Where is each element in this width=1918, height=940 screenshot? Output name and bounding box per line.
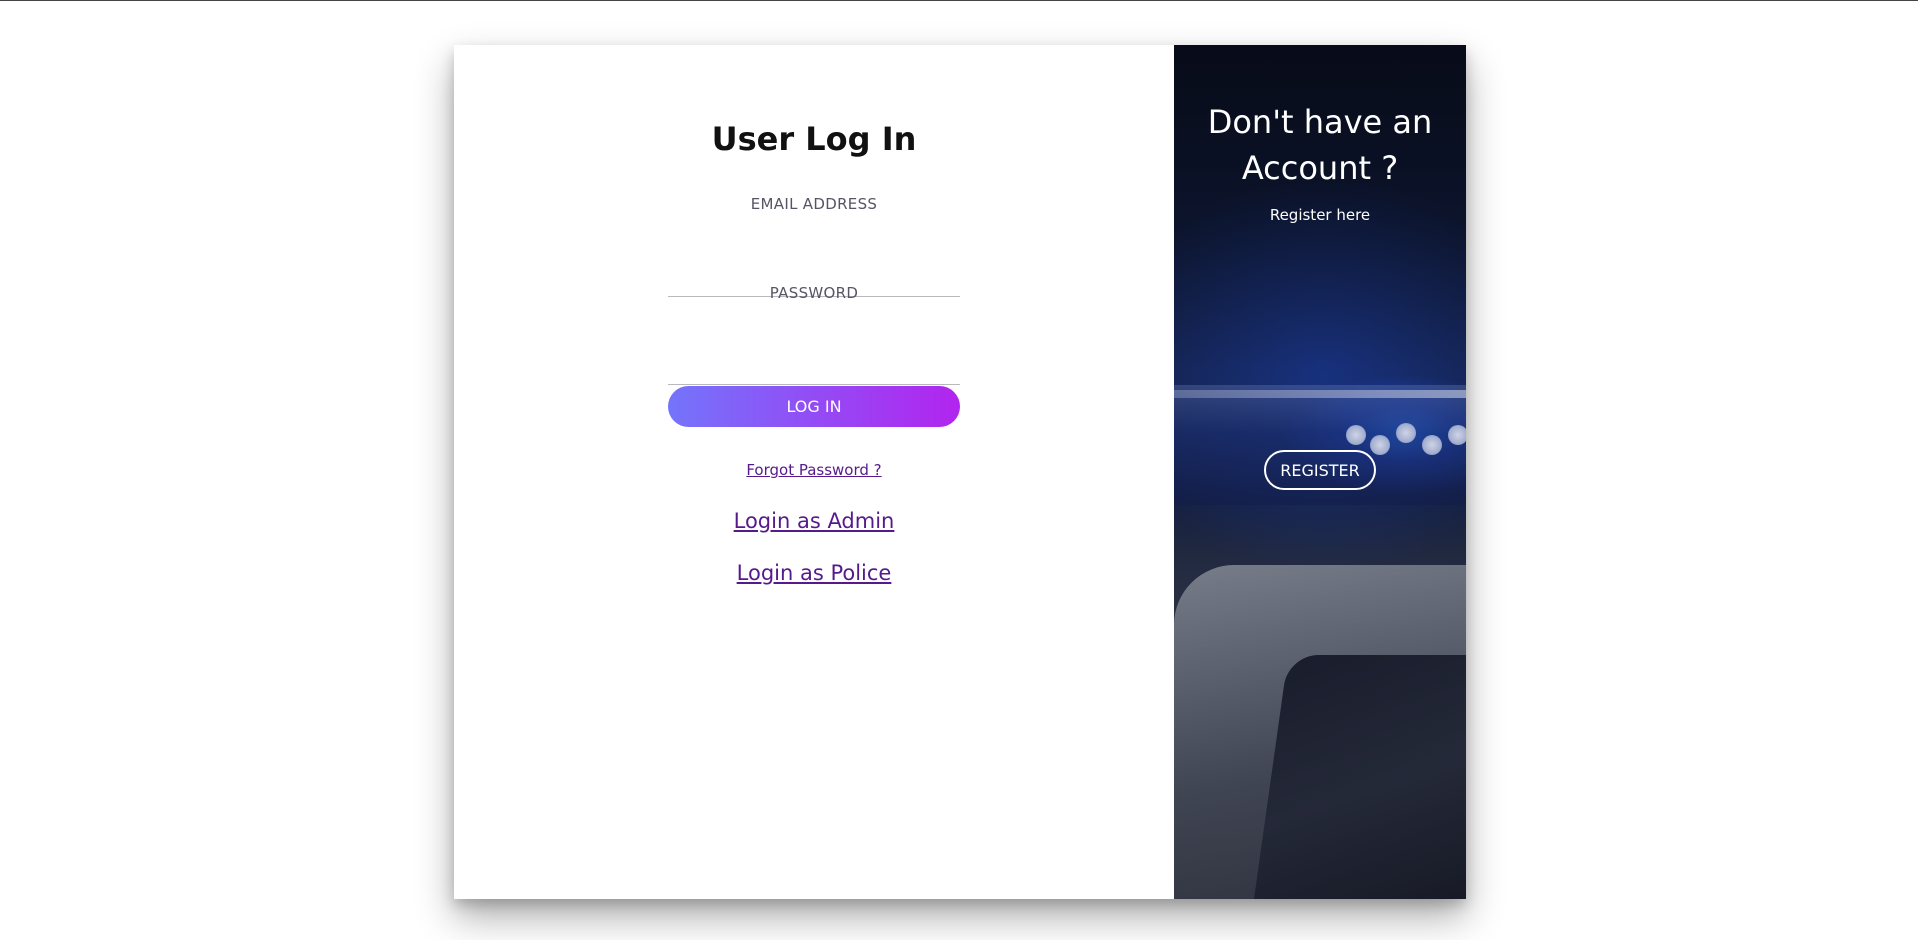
register-subtitle: Register here — [1269, 206, 1371, 224]
password-input[interactable] — [668, 357, 960, 385]
register-panel: Don't have an Account ? Register here RE… — [1174, 45, 1466, 899]
register-heading-line1: Don't have an — [1207, 103, 1433, 141]
login-as-admin-link[interactable]: Login as Admin — [668, 507, 960, 535]
login-button[interactable]: LOG IN — [668, 386, 960, 427]
login-panel: User Log In EMAIL ADDRESS PASSWORD LOG I… — [454, 45, 1174, 899]
auth-card: User Log In EMAIL ADDRESS PASSWORD LOG I… — [454, 45, 1466, 899]
top-border — [0, 0, 1918, 1]
password-label: PASSWORD — [769, 284, 859, 302]
register-heading-line2: Account ? — [1241, 149, 1399, 187]
email-label: EMAIL ADDRESS — [750, 195, 878, 213]
register-heading: Don't have an Account ? — [1174, 99, 1466, 191]
login-title: User Log In — [711, 120, 917, 158]
register-button[interactable]: REGISTER — [1264, 450, 1376, 490]
login-as-police-link[interactable]: Login as Police — [668, 559, 960, 587]
forgot-password-link[interactable]: Forgot Password ? — [668, 460, 960, 480]
